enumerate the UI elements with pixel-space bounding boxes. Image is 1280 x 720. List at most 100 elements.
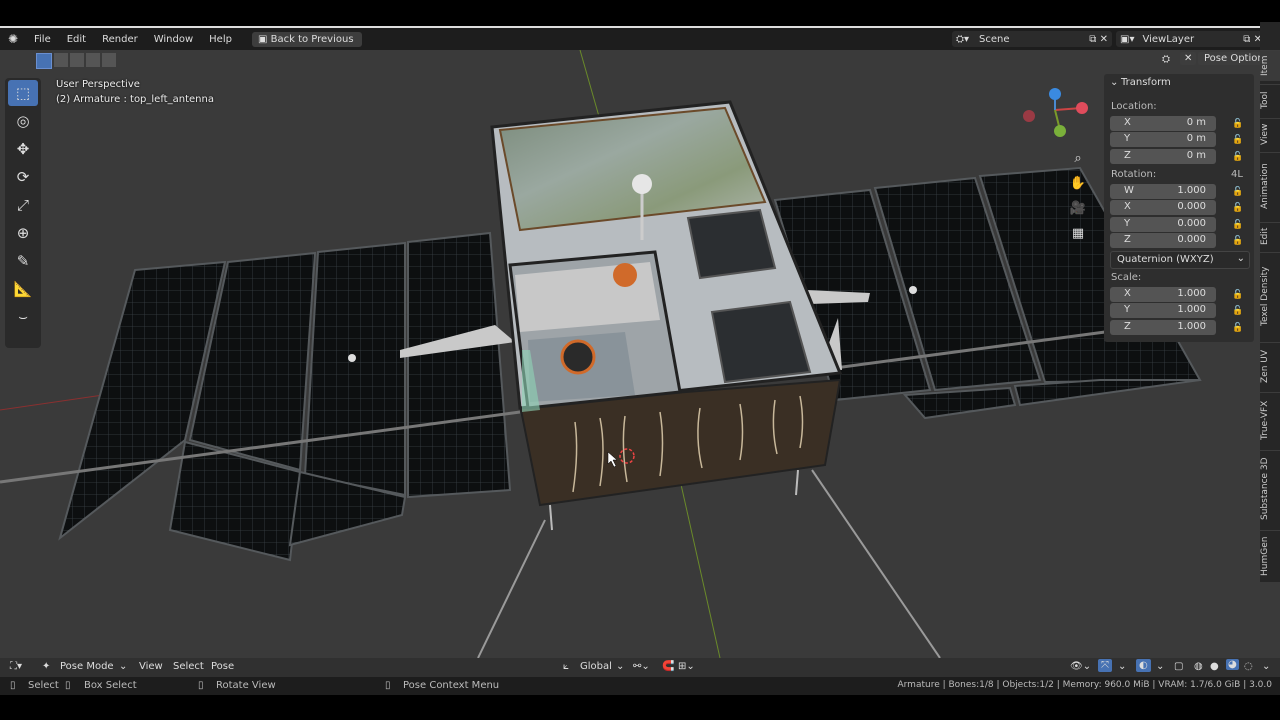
menu-select[interactable]: Select [173, 661, 204, 672]
bone-size-tool-icon[interactable]: ⌣ [8, 304, 38, 330]
tab-tool[interactable]: Tool [1260, 84, 1280, 115]
collapse-chevron-icon[interactable]: ⌄ [1110, 77, 1118, 88]
scene-selector[interactable]: ⛭▾ Scene ⧉ ✕ [952, 31, 1112, 47]
editor-type-icon[interactable]: ⛶▾ [10, 661, 22, 672]
tab-true-vfx[interactable]: True-VFX [1260, 392, 1280, 447]
rotation-w-field[interactable]: W 1.000 [1110, 184, 1216, 199]
field-value: 0.000 [1177, 218, 1206, 229]
menu-render[interactable]: Render [94, 34, 146, 45]
tab-item[interactable]: Item [1260, 50, 1280, 81]
solid-shading-icon[interactable]: ● [1210, 661, 1219, 672]
menu-edit[interactable]: Edit [59, 34, 94, 45]
axis-label: Y [1124, 304, 1131, 315]
gizmo-options-icon[interactable]: ⛭ [1162, 54, 1170, 65]
menu-bar: ✺ File Edit Render Window Help ▣ Back to… [0, 28, 1280, 50]
blender-logo-icon[interactable]: ✺ [0, 32, 26, 46]
snap-icon[interactable]: 🧲 [662, 661, 674, 672]
field-value: 0 m [1186, 150, 1206, 161]
3d-viewport[interactable]: ⛭ ✕ Pose Options ⬚ ◎ ✥ ⟳ ⤢ ⊕ ✎ 📐 ⌣ User … [0, 50, 1280, 658]
chevron-down-icon: ⌄ [616, 661, 625, 672]
leg [477, 519, 546, 658]
rotation-mode-dropdown[interactable]: Quaternion (WXYZ) ⌄ [1110, 251, 1250, 269]
scale-z-field[interactable]: Z 1.000 [1110, 320, 1216, 335]
annotate-tool-icon[interactable]: ✎ [8, 248, 38, 274]
field-value: 0.000 [1177, 201, 1206, 212]
camera-icon[interactable]: 🎥 [1067, 197, 1089, 219]
menu-window[interactable]: Window [146, 34, 201, 45]
pan-hand-icon[interactable]: ✋ [1067, 172, 1089, 194]
select-new-icon[interactable] [36, 53, 52, 69]
chevron-down-icon: ⌄ [1118, 661, 1127, 672]
tab-edit[interactable]: Edit [1260, 222, 1280, 249]
rotate-tool-icon[interactable]: ⟳ [8, 164, 38, 190]
select-mode-buttons[interactable] [36, 53, 116, 69]
tab-view[interactable]: View [1260, 118, 1280, 149]
status-context-menu: Pose Context Menu [403, 680, 500, 691]
tab-animation[interactable]: Animation [1260, 152, 1280, 219]
zoom-icon[interactable]: ⌕ [1067, 147, 1089, 169]
tab-substance-3d[interactable]: Substance 3D [1260, 450, 1280, 527]
location-z-field[interactable]: Z 0 m [1110, 149, 1216, 164]
lock-icon[interactable]: 🔓 [1232, 323, 1243, 333]
pivot-point-icon[interactable]: ⚯⌄ [633, 661, 650, 672]
rotation-y-field[interactable]: Y 0.000 [1110, 217, 1216, 232]
overlays-icon[interactable]: ◐ [1136, 659, 1151, 672]
lock-icon[interactable]: 🔓 [1232, 306, 1243, 316]
location-y-field[interactable]: Y 0 m [1110, 132, 1216, 147]
lock-icon[interactable]: 🔓 [1232, 187, 1243, 197]
perspective-label: User Perspective [56, 79, 140, 90]
rotation-lock-4l[interactable]: 4L [1231, 169, 1243, 180]
navigation-gizmo[interactable] [1020, 86, 1090, 146]
grid-toggle-icon[interactable]: ▦ [1067, 222, 1089, 244]
back-to-previous-label: Back to Previous [270, 33, 354, 45]
select-extend-icon[interactable] [54, 53, 68, 67]
view-layer-name: ViewLayer [1142, 33, 1195, 45]
select-invert-icon[interactable] [86, 53, 100, 67]
close-icon[interactable]: ✕ [1180, 52, 1197, 65]
scale-tool-icon[interactable]: ⤢ [8, 192, 38, 218]
view-layer-selector[interactable]: ▣▾ ViewLayer ⧉ ✕ [1116, 31, 1266, 47]
status-select: Select [28, 680, 59, 691]
gizmo-toggle-icon[interactable]: ⤧ [1098, 659, 1112, 672]
axis-label: Y [1124, 218, 1131, 229]
menu-help[interactable]: Help [201, 34, 240, 45]
rendered-shading-icon[interactable]: ◌ [1244, 661, 1253, 672]
menu-pose[interactable]: Pose [211, 661, 234, 672]
tab-texel-density[interactable]: Texel Density [1260, 252, 1280, 339]
visibility-icon[interactable]: 👁⌄ [1070, 661, 1091, 672]
lock-icon[interactable]: 🔓 [1232, 152, 1243, 162]
copy-icon[interactable]: ⧉ ✕ [1089, 34, 1108, 45]
lock-icon[interactable]: 🔓 [1232, 220, 1243, 230]
bottom-letterbox [0, 695, 1280, 720]
snap-target-icon[interactable]: ⊞⌄ [678, 661, 695, 672]
transform-orientation-dropdown[interactable]: Global [580, 661, 612, 672]
rotation-z-field[interactable]: Z 0.000 [1110, 233, 1216, 248]
menu-view[interactable]: View [139, 661, 163, 672]
move-tool-icon[interactable]: ✥ [8, 136, 38, 162]
xray-icon[interactable]: ▢ [1174, 661, 1183, 672]
select-subtract-icon[interactable] [70, 53, 84, 67]
scale-y-field[interactable]: Y 1.000 [1110, 303, 1216, 318]
lock-icon[interactable]: 🔓 [1232, 119, 1243, 129]
cursor-tool-icon[interactable]: ◎ [8, 108, 38, 134]
mode-selector[interactable]: Pose Mode [60, 661, 114, 672]
wireframe-shading-icon[interactable]: ◍ [1194, 661, 1203, 672]
lock-icon[interactable]: 🔓 [1232, 290, 1243, 300]
transform-tool-icon[interactable]: ⊕ [8, 220, 38, 246]
lock-icon[interactable]: 🔓 [1232, 203, 1243, 213]
rotation-x-field[interactable]: X 0.000 [1110, 200, 1216, 215]
select-intersect-icon[interactable] [102, 53, 116, 67]
scale-x-field[interactable]: X 1.000 [1110, 287, 1216, 302]
tab-zen-uv[interactable]: Zen UV [1260, 342, 1280, 389]
location-x-field[interactable]: X 0 m [1110, 116, 1216, 131]
select-box-tool-icon[interactable]: ⬚ [8, 80, 38, 106]
lock-icon[interactable]: 🔓 [1232, 236, 1243, 246]
lock-icon[interactable]: 🔓 [1232, 135, 1243, 145]
tab-humgen[interactable]: HumGen [1260, 530, 1280, 581]
material-preview-icon[interactable]: ◕ [1226, 659, 1239, 670]
menu-file[interactable]: File [26, 34, 59, 45]
field-value: 1.000 [1177, 185, 1206, 196]
back-to-previous-button[interactable]: ▣ Back to Previous [251, 31, 362, 47]
mouse-middle-icon: ▯ [198, 680, 204, 691]
measure-tool-icon[interactable]: 📐 [8, 276, 38, 302]
